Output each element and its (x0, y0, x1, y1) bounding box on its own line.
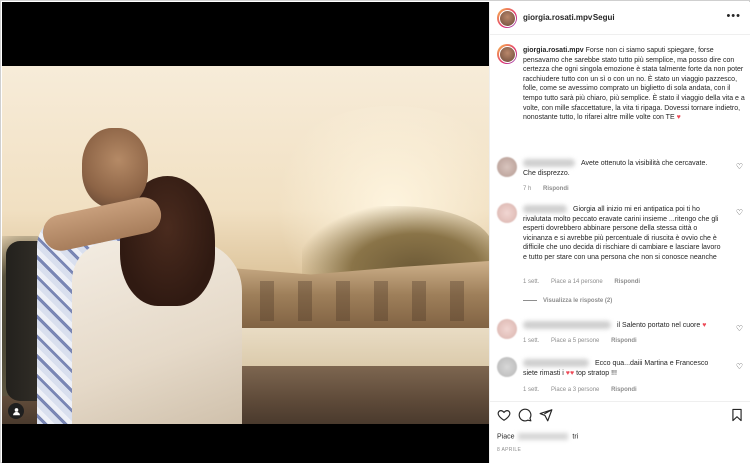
commenter-avatar[interactable] (497, 357, 517, 377)
comment-likes[interactable]: Piace a 5 persone (551, 338, 599, 344)
reply-button[interactable]: Rispondi (611, 387, 637, 393)
comment-text: Giorgia all inizio mi eri antipatica poi… (523, 206, 721, 261)
comment-time: 1 sett. (523, 279, 540, 285)
commenter-avatar[interactable] (497, 157, 517, 177)
follow-button[interactable]: • Segui (587, 13, 615, 22)
view-replies-label: Visualizza le risposte (2) (543, 298, 613, 304)
comment-icon[interactable] (518, 408, 532, 422)
post-media[interactable] (2, 2, 489, 463)
caption-text: Forse non ci siamo saputi spiegare, fors… (523, 47, 745, 122)
post-side-panel: giorgia.rosati.mpv • Segui ••• giorgia.ro… (489, 2, 750, 463)
author-username[interactable]: giorgia.rosati.mpv (523, 13, 592, 22)
comment-text: Avete ottenuto la visibilità che cercava… (523, 160, 708, 177)
post-date[interactable]: 8 APRILE (497, 447, 521, 453)
commenter-avatar[interactable] (497, 203, 517, 223)
likes-suffix: tri (572, 433, 579, 441)
comment-item: Ecco qua...daiii Martina e Francesco sie… (497, 357, 750, 395)
comment-time: 7 h (523, 186, 532, 192)
caption-avatar[interactable] (497, 44, 517, 64)
comment-like-heart-icon[interactable]: ♡ (736, 162, 743, 171)
reply-button[interactable]: Rispondi (543, 186, 569, 192)
comment-item: Avete ottenuto la visibilità che cercava… (497, 157, 750, 197)
comment-meta: 1 sett. Piace a 3 persone Rispondi (523, 387, 647, 393)
comment-time: 1 sett. (523, 338, 540, 344)
cliff-texture (222, 281, 482, 321)
author-avatar[interactable] (497, 8, 517, 28)
likes-name-blurred (518, 433, 569, 440)
comment-text: il Salento portato nel cuore (617, 322, 701, 329)
reply-button[interactable]: Rispondi (611, 338, 637, 344)
comment-text-block: Ecco qua...daiii Martina e Francesco sie… (523, 359, 721, 378)
post-photo (2, 66, 489, 424)
red-heart-icon: ♥ (676, 114, 681, 122)
comment-text-tail: top stratop !!! (576, 369, 617, 377)
comment-text-block: il Salento portato nel cuore ♥ (523, 321, 721, 331)
comment-like-heart-icon[interactable]: ♡ (736, 208, 743, 217)
comment-likes[interactable]: Piace a 14 persone (551, 279, 603, 285)
red-heart-icon: ♥♥ (565, 369, 575, 377)
likes-summary[interactable]: Piace tri (497, 433, 578, 440)
likes-prefix: Piace (497, 433, 515, 441)
person-tag-icon[interactable] (8, 403, 24, 419)
post-modal: giorgia.rosati.mpv • Segui ••• giorgia.ro… (0, 0, 750, 463)
share-icon[interactable] (539, 408, 553, 422)
comment-meta: 7 h Rispondi (523, 186, 579, 192)
comment-meta: 1 sett. Piace a 5 persone Rispondi (523, 338, 647, 344)
comment-likes[interactable]: Piace a 3 persone (551, 387, 599, 393)
post-actions (490, 401, 750, 425)
follow-label: Segui (592, 13, 615, 22)
comment-meta: 1 sett. Piace a 14 persone Rispondi (523, 279, 650, 285)
reply-button[interactable]: Rispondi (614, 279, 640, 285)
bookmark-icon[interactable] (730, 408, 744, 422)
comment-like-heart-icon[interactable]: ♡ (736, 362, 743, 371)
man-head (82, 128, 148, 208)
comment-item: il Salento portato nel cuore ♥ 1 sett. P… (497, 319, 750, 349)
comment-like-heart-icon[interactable]: ♡ (736, 324, 743, 333)
red-heart-icon: ♥ (702, 322, 707, 329)
more-options-icon[interactable]: ••• (726, 10, 741, 22)
heart-icon[interactable] (497, 408, 511, 422)
comment-time: 1 sett. (523, 387, 540, 393)
post-header: giorgia.rosati.mpv • Segui ••• (490, 2, 750, 35)
comment-item: Giorgia all inizio mi eri antipatica poi… (497, 203, 750, 313)
commenter-avatar[interactable] (497, 319, 517, 339)
caption-username[interactable]: giorgia.rosati.mpv (523, 47, 584, 54)
comments-list[interactable]: giorgia.rosati.mpv Forse non ci siamo sa… (490, 36, 750, 396)
caption-text-block: giorgia.rosati.mpv Forse non ci siamo sa… (523, 46, 745, 123)
follow-separator: • (587, 13, 590, 22)
replies-line (523, 299, 537, 301)
view-replies-button[interactable]: Visualizza le risposte (2) (523, 298, 612, 304)
